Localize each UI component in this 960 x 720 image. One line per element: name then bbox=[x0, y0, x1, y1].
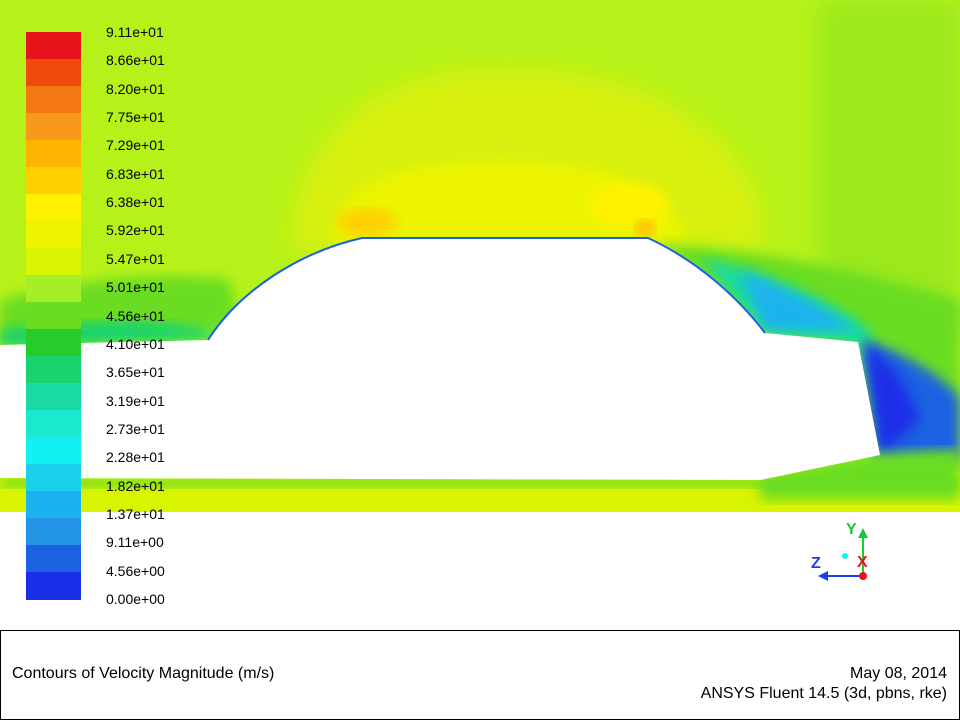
triad-origin-marker bbox=[842, 553, 848, 559]
legend-swatch bbox=[26, 545, 81, 573]
rear-roof-peak bbox=[588, 183, 668, 227]
legend-swatch bbox=[26, 59, 81, 87]
legend-swatch bbox=[26, 140, 81, 168]
plot-title: Contours of Velocity Magnitude (m/s) bbox=[12, 665, 275, 682]
legend-label: 9.11e+01 bbox=[106, 24, 164, 40]
y-axis-label: Y bbox=[846, 521, 857, 538]
legend-swatch bbox=[26, 437, 81, 465]
software-version: ANSYS Fluent 14.5 (3d, pbns, rke) bbox=[700, 685, 947, 702]
plot-date: May 08, 2014 bbox=[850, 665, 947, 682]
legend-swatch bbox=[26, 356, 81, 384]
legend-label: 4.56e+00 bbox=[106, 562, 165, 579]
legend-swatch bbox=[26, 194, 81, 222]
legend-label: 5.47e+01 bbox=[106, 250, 165, 267]
legend-swatch bbox=[26, 464, 81, 492]
title-box: Contours of Velocity Magnitude (m/s) May… bbox=[0, 630, 960, 720]
legend-swatch bbox=[26, 518, 81, 546]
legend-swatch bbox=[26, 248, 81, 276]
legend-label: 2.28e+01 bbox=[106, 449, 165, 466]
legend-label: 8.66e+01 bbox=[106, 52, 165, 69]
legend-label: 0.00e+00 bbox=[106, 591, 165, 607]
legend-label: 1.82e+01 bbox=[106, 477, 165, 494]
legend-swatch bbox=[26, 113, 81, 141]
legend-label: 3.65e+01 bbox=[106, 364, 165, 381]
rear-roof-hot bbox=[635, 220, 655, 236]
legend-label: 6.38e+01 bbox=[106, 194, 165, 211]
y-axis-arrow bbox=[858, 528, 868, 538]
legend-label: 2.73e+01 bbox=[106, 420, 165, 437]
legend-swatch bbox=[26, 275, 81, 303]
legend-swatch bbox=[26, 221, 81, 249]
legend-swatch bbox=[26, 329, 81, 357]
x-axis-label: X bbox=[857, 554, 868, 571]
legend-label: 6.83e+01 bbox=[106, 165, 165, 182]
legend-swatch bbox=[26, 383, 81, 411]
legend-label: 5.01e+01 bbox=[106, 279, 165, 296]
x-axis-dot bbox=[859, 572, 867, 580]
front-roof-peak bbox=[337, 208, 397, 236]
legend-swatch bbox=[26, 167, 81, 195]
legend-label: 7.75e+01 bbox=[106, 109, 165, 126]
color-legend-bar bbox=[26, 32, 81, 600]
z-axis-label: Z bbox=[811, 555, 821, 572]
legend-swatch bbox=[26, 32, 81, 60]
legend-label: 5.92e+01 bbox=[106, 222, 165, 239]
legend-swatch bbox=[26, 86, 81, 114]
legend-swatch bbox=[26, 491, 81, 519]
legend-swatch bbox=[26, 572, 81, 600]
legend-label: 4.10e+01 bbox=[106, 335, 165, 352]
legend-swatch bbox=[26, 302, 81, 330]
legend-label: 4.56e+01 bbox=[106, 307, 165, 324]
legend-swatch bbox=[26, 410, 81, 438]
legend-label: 8.20e+01 bbox=[106, 80, 165, 97]
legend-label: 7.29e+01 bbox=[106, 137, 165, 154]
legend-label: 9.11e+00 bbox=[106, 534, 164, 551]
legend-label: 1.37e+01 bbox=[106, 505, 165, 522]
legend-label: 3.19e+01 bbox=[106, 392, 165, 409]
